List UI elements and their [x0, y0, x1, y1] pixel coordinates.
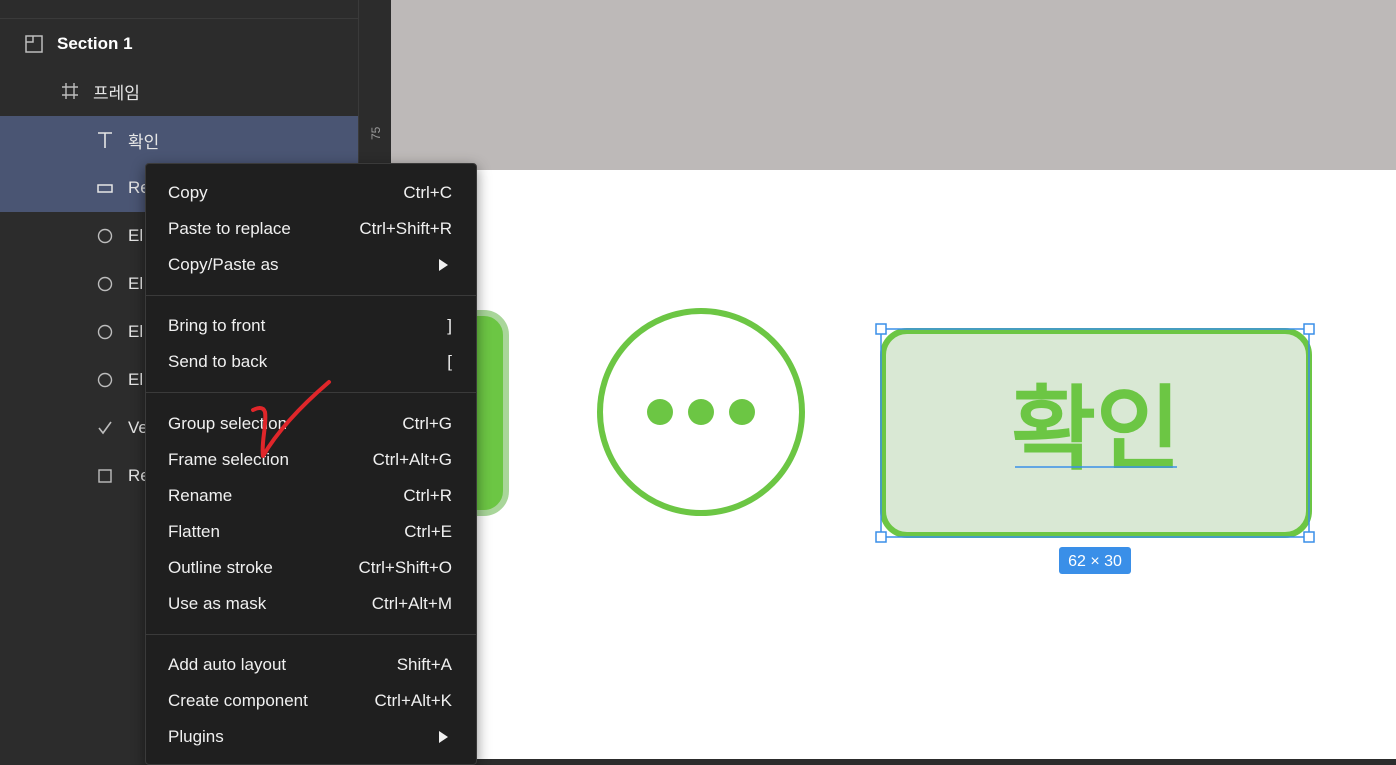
menu-item-shortcut: Ctrl+G: [402, 414, 452, 433]
menu-item-label: Outline stroke: [168, 558, 273, 577]
menu-item-shortcut: Ctrl+Alt+K: [374, 691, 452, 710]
text-icon: [94, 129, 116, 151]
menu-item-label: Bring to front: [168, 316, 266, 335]
submenu-arrow-icon: [439, 731, 448, 743]
menu-item-label: Create component: [168, 691, 308, 710]
menu-item-flatten[interactable]: Flatten Ctrl+E: [168, 514, 452, 550]
panel-divider: [0, 18, 358, 19]
menu-item-label: Paste to replace: [168, 219, 291, 238]
menu-item-shortcut: Ctrl+Alt+G: [372, 450, 452, 469]
menu-separator: [146, 634, 476, 635]
dot: [688, 399, 714, 425]
rectangle-icon: [94, 465, 116, 487]
menu-item-shortcut: Shift+A: [396, 655, 452, 674]
menu-item-shortcut: Ctrl+Alt+M: [371, 594, 452, 613]
layer-label: El: [128, 274, 144, 293]
ellipse-icon: [94, 321, 116, 343]
size-badge-text: 62 × 30: [1068, 553, 1122, 570]
resize-handle[interactable]: [875, 323, 887, 335]
frame-icon: [59, 80, 81, 102]
layer-section-1[interactable]: Section 1: [0, 20, 381, 68]
vector-icon: [94, 417, 116, 439]
layer-label: 프레임: [93, 83, 140, 103]
menu-item-bring-to-front[interactable]: Bring to front ]: [168, 308, 452, 344]
menu-item-shortcut: ]: [447, 316, 452, 335]
layer-label: Section 1: [57, 34, 133, 53]
menu-separator: [146, 295, 476, 296]
menu-item-add-auto-layout[interactable]: Add auto layout Shift+A: [168, 647, 452, 683]
dot: [647, 399, 673, 425]
layer-label: El: [128, 322, 144, 341]
menu-item-label: Send to back: [168, 352, 268, 371]
ellipse-icon: [94, 225, 116, 247]
menu-item-use-as-mask[interactable]: Use as mask Ctrl+Alt+M: [168, 586, 452, 622]
menu-item-copy[interactable]: Copy Ctrl+C: [168, 175, 452, 211]
ellipse-icon: [94, 273, 116, 295]
resize-handle[interactable]: [875, 531, 887, 543]
dot: [729, 399, 755, 425]
rectangle-icon: [94, 177, 116, 199]
red-checkmark-annotation: [251, 380, 331, 458]
ruler-tick-label: 75: [369, 126, 383, 140]
canvas-artwork: 확인 62 × 30: [428, 308, 1315, 574]
section-icon: [23, 33, 45, 55]
menu-item-shortcut: Ctrl+R: [403, 486, 452, 505]
ellipse-icon: [94, 369, 116, 391]
menu-item-copy-paste-as[interactable]: Copy/Paste as: [168, 247, 452, 283]
layer-label: 확인: [128, 132, 160, 152]
menu-item-label: Add auto layout: [168, 655, 287, 674]
layer-label: El: [128, 370, 144, 389]
menu-item-label: Flatten: [168, 522, 220, 541]
menu-item-shortcut: Ctrl+E: [404, 522, 452, 541]
submenu-arrow-icon: [439, 259, 448, 271]
menu-item-shortcut: [: [447, 352, 452, 371]
layer-label: El: [128, 226, 144, 245]
design-canvas[interactable]: 확인 62 × 30: [391, 0, 1396, 759]
menu-item-plugins[interactable]: Plugins: [168, 719, 452, 755]
menu-item-label: Rename: [168, 486, 233, 505]
menu-item-label: Use as mask: [168, 594, 267, 613]
resize-handle[interactable]: [1303, 323, 1315, 335]
menu-item-shortcut: Ctrl+Shift+O: [358, 558, 452, 577]
menu-item-paste-to-replace[interactable]: Paste to replace Ctrl+Shift+R: [168, 211, 452, 247]
menu-item-label: Copy/Paste as: [168, 255, 279, 274]
menu-item-label: Copy: [168, 183, 208, 202]
resize-handle[interactable]: [1303, 531, 1315, 543]
layer-frame[interactable]: 프레임: [0, 67, 417, 115]
menu-item-rename[interactable]: Rename Ctrl+R: [168, 478, 452, 514]
menu-item-create-component[interactable]: Create component Ctrl+Alt+K: [168, 683, 452, 719]
menu-item-shortcut: Ctrl+C: [403, 183, 452, 202]
menu-item-shortcut: Ctrl+Shift+R: [359, 219, 452, 238]
menu-item-outline-stroke[interactable]: Outline stroke Ctrl+Shift+O: [168, 550, 452, 586]
menu-item-label: Plugins: [168, 727, 224, 746]
